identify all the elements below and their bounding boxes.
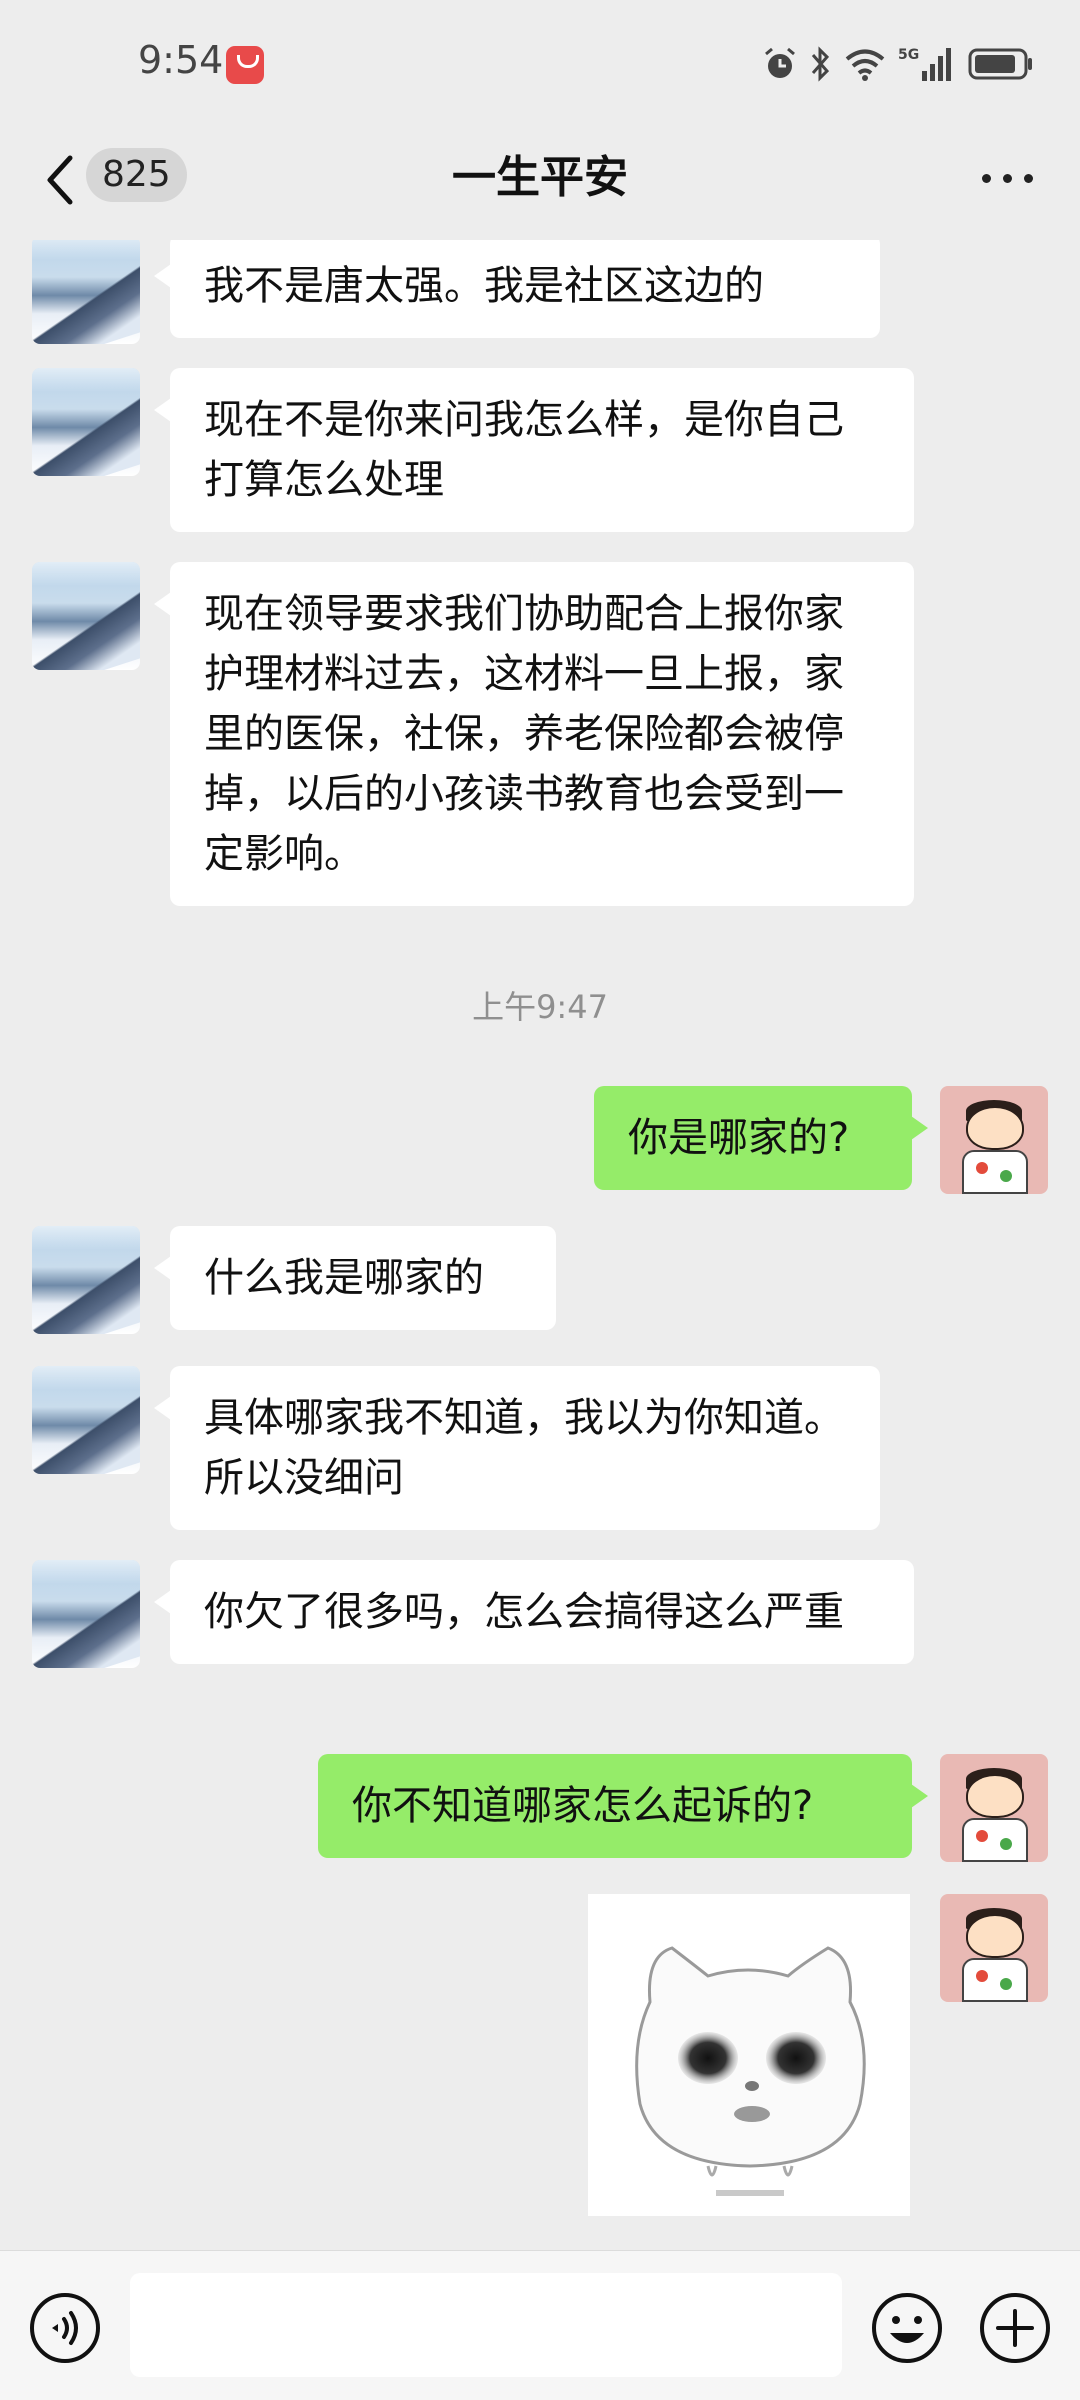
- voice-icon[interactable]: [28, 2291, 102, 2365]
- incoming-message-bubble[interactable]: 现在不是你来问我怎么样，是你自己打算怎么处理: [154, 368, 914, 532]
- my-avatar[interactable]: [940, 1086, 1048, 1194]
- contact-avatar[interactable]: [32, 368, 140, 476]
- outgoing-message-bubble[interactable]: 你是哪家的?: [594, 1086, 928, 1190]
- message-input[interactable]: [130, 2273, 842, 2377]
- bluetooth-icon: [811, 46, 830, 82]
- battery-icon: [968, 48, 1032, 80]
- contact-avatar[interactable]: [32, 1560, 140, 1668]
- contact-avatar[interactable]: [32, 1226, 140, 1334]
- more-dots-icon[interactable]: [978, 158, 1038, 198]
- contact-avatar[interactable]: [32, 1366, 140, 1474]
- my-avatar[interactable]: [940, 1754, 1048, 1862]
- contact-avatar[interactable]: [32, 240, 140, 344]
- contact-avatar[interactable]: [32, 562, 140, 670]
- wifi-icon: [845, 49, 885, 81]
- emoji-icon[interactable]: [870, 2291, 944, 2365]
- incoming-message-bubble[interactable]: 你欠了很多吗，怎么会搞得这么严重: [154, 1560, 914, 1664]
- incoming-message-bubble[interactable]: 现在领导要求我们协助配合上报你家护理材料过去，这材料一旦上报，家里的医保，社保，…: [154, 562, 914, 906]
- incoming-message-bubble[interactable]: 具体哪家我不知道，我以为你知道。所以没细问: [154, 1366, 880, 1530]
- outgoing-message-bubble[interactable]: 你不知道哪家怎么起诉的?: [318, 1754, 928, 1858]
- chat-message-list[interactable]: 我不是唐太强。我是社区这边的 现在不是你来问我怎么样，是你自己打算怎么处理 现在…: [0, 240, 1080, 2238]
- svg-text:5G: 5G: [898, 47, 919, 63]
- nav-bar: 825 一生平安: [0, 130, 1080, 240]
- message-timestamp: 上午9:47: [472, 988, 608, 1026]
- alarm-icon: [765, 47, 795, 78]
- status-bar: 9:54 5G: [0, 0, 1080, 130]
- incoming-message-bubble[interactable]: 什么我是哪家的: [154, 1226, 556, 1330]
- status-time: 9:54: [138, 38, 224, 82]
- huawei-appgallery-icon: [226, 46, 264, 84]
- status-icons: 5G: [762, 44, 1034, 84]
- chat-title: 一生平安: [452, 152, 628, 203]
- input-bar: [0, 2250, 1080, 2400]
- signal-5g-icon: 5G: [898, 47, 951, 81]
- incoming-message-bubble[interactable]: 我不是唐太强。我是社区这边的: [154, 240, 880, 338]
- plus-icon[interactable]: [978, 2291, 1052, 2365]
- crying-cat-face-sticker[interactable]: [588, 1894, 910, 2216]
- my-avatar[interactable]: [940, 1894, 1048, 2002]
